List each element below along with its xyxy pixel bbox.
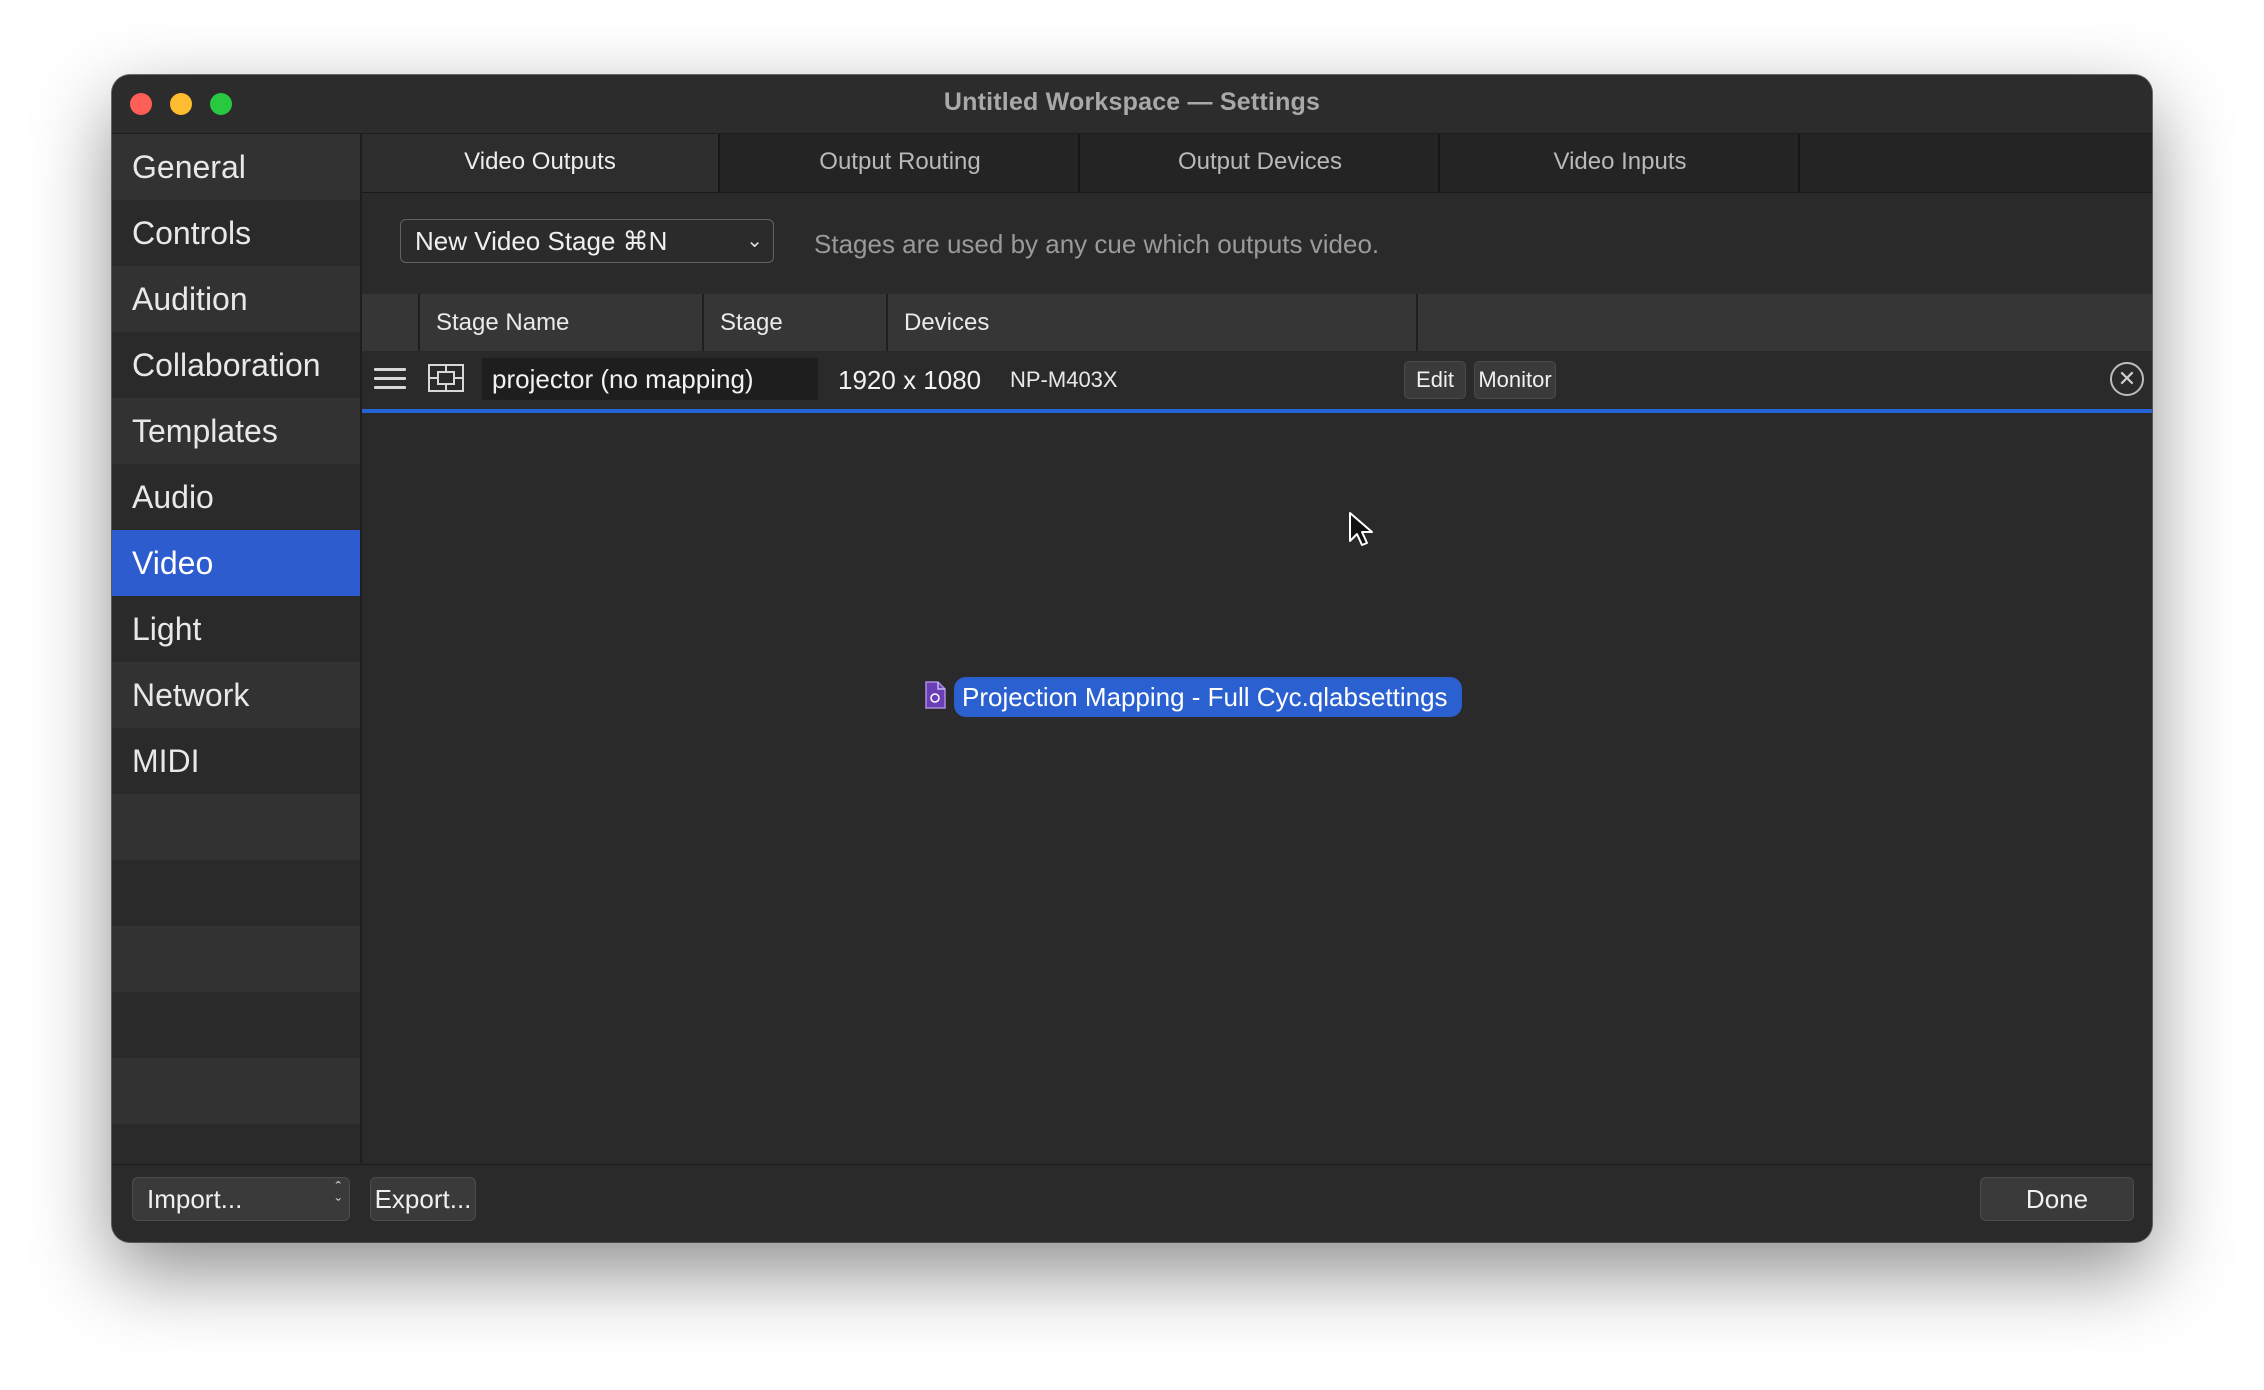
edit-stage-button[interactable]: Edit xyxy=(1404,361,1466,399)
drag-handle-icon[interactable] xyxy=(374,368,406,390)
sidebar-item-collaboration[interactable]: Collaboration xyxy=(112,332,360,398)
video-outputs-panel: New Video Stage ⌘N ⌄ Stages are used by … xyxy=(362,193,2152,1164)
stepper-arrows-icon: ˆˇ xyxy=(335,1180,341,1214)
settings-window: Untitled Workspace — Settings General Co… xyxy=(112,75,2152,1242)
tab-output-devices[interactable]: Output Devices xyxy=(1082,134,1440,192)
tab-video-outputs[interactable]: Video Outputs xyxy=(362,134,720,192)
stage-resolution-value[interactable]: 1920 x 1080 xyxy=(838,365,981,396)
import-popup-button[interactable]: Import... ˆˇ xyxy=(132,1177,350,1221)
new-video-stage-label: New Video Stage ⌘N xyxy=(415,226,668,256)
sidebar-empty-row xyxy=(112,794,360,860)
sidebar-item-midi[interactable]: MIDI xyxy=(112,728,360,794)
import-label: Import... xyxy=(147,1184,243,1214)
settings-file-icon xyxy=(925,681,946,709)
done-button[interactable]: Done xyxy=(1980,1177,2134,1221)
sidebar-item-templates[interactable]: Templates xyxy=(112,398,360,464)
settings-sidebar: General Controls Audition Collaboration … xyxy=(112,134,362,1163)
sidebar-item-network[interactable]: Network xyxy=(112,662,360,728)
sidebar-item-general[interactable]: General xyxy=(112,134,360,200)
window-title: Untitled Workspace — Settings xyxy=(943,88,1321,116)
settings-tab-bar: Video Outputs Output Routing Output Devi… xyxy=(362,134,2152,193)
stage-devices-value: NP-M403X xyxy=(1010,367,1118,392)
settings-footer: Import... ˆˇ Export... Done xyxy=(112,1164,2152,1242)
sidebar-item-video[interactable]: Video xyxy=(112,530,360,596)
remove-stage-button[interactable]: ✕ xyxy=(2110,362,2144,396)
new-video-stage-popup[interactable]: New Video Stage ⌘N ⌄ xyxy=(400,219,774,263)
stages-table-header: Stage Name Stage Resolution Devices xyxy=(362,294,2152,393)
export-button[interactable]: Export... xyxy=(370,1177,476,1221)
dragged-file-name: Projection Mapping - Full Cyc.qlabsettin… xyxy=(954,677,1462,717)
column-header-stage-resolution[interactable]: Stage Resolution xyxy=(702,294,886,393)
drag-handle-column-header xyxy=(362,294,418,351)
sidebar-item-audio[interactable]: Audio xyxy=(112,464,360,530)
column-header-stage-name[interactable]: Stage Name xyxy=(418,294,702,351)
column-header-devices[interactable]: Devices xyxy=(886,294,1416,351)
monitor-stage-button[interactable]: Monitor xyxy=(1474,361,1556,399)
sidebar-empty-row xyxy=(112,926,360,992)
sidebar-item-audition[interactable]: Audition xyxy=(112,266,360,332)
title-bar[interactable]: Untitled Workspace — Settings xyxy=(112,75,2152,134)
sidebar-item-light[interactable]: Light xyxy=(112,596,360,662)
stage-icon xyxy=(428,364,464,392)
stage-name-field[interactable]: projector (no mapping) xyxy=(482,358,818,400)
actions-column-header xyxy=(1416,294,1654,351)
sidebar-empty-row xyxy=(112,860,360,926)
sidebar-empty-row xyxy=(112,992,360,1058)
stages-hint-text: Stages are used by any cue which outputs… xyxy=(814,229,1380,259)
tab-video-inputs[interactable]: Video Inputs xyxy=(1442,134,1800,192)
table-row[interactable]: projector (no mapping) 1920 x 1080 NP-M4… xyxy=(362,351,2152,413)
sidebar-empty-row xyxy=(112,1058,360,1124)
mouse-pointer-icon xyxy=(1349,512,1373,546)
tab-output-routing[interactable]: Output Routing xyxy=(722,134,1080,192)
chevron-down-icon: ⌄ xyxy=(746,230,763,252)
sidebar-item-controls[interactable]: Controls xyxy=(112,200,360,266)
